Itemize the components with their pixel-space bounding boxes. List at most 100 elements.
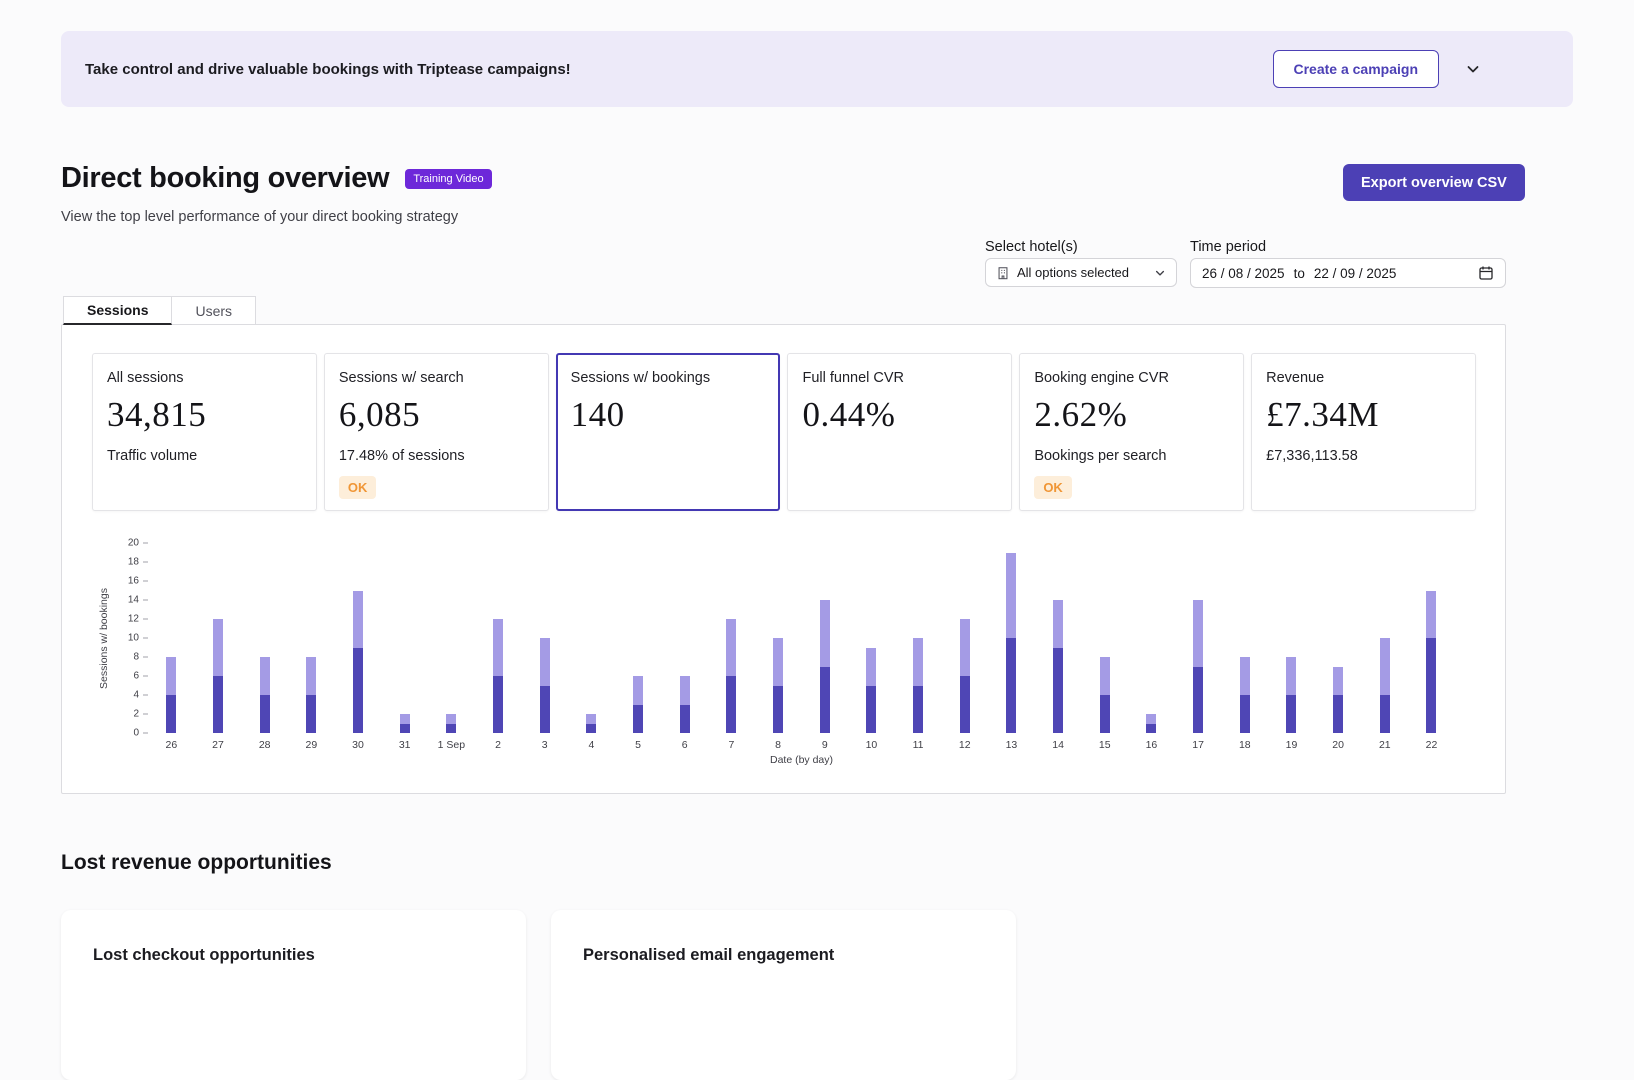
chart-bar-group[interactable]: 15 <box>1081 543 1128 753</box>
chevron-down-icon[interactable] <box>1465 61 1481 77</box>
chart-bar-group[interactable]: 5 <box>615 543 662 753</box>
chart-bar-group[interactable]: 1 Sep <box>428 543 475 753</box>
bar-segment-bottom <box>353 648 363 734</box>
bar-stack <box>1240 657 1250 733</box>
chart-bar-group[interactable]: 19 <box>1268 543 1315 753</box>
kpi-value: 2.62% <box>1034 395 1229 435</box>
hotel-select-dropdown[interactable]: All options selected <box>985 258 1177 287</box>
x-tick-label: 28 <box>259 739 271 753</box>
kpi-card-revenue[interactable]: Revenue £7.34M £7,336,113.58 <box>1251 353 1476 511</box>
bar-segment-bottom <box>773 686 783 734</box>
bar-segment-top <box>726 619 736 676</box>
bar-segment-bottom <box>166 695 176 733</box>
kpi-label: All sessions <box>107 370 302 386</box>
bar-segment-bottom <box>1193 667 1203 734</box>
chart-bar-group[interactable]: 13 <box>988 543 1035 753</box>
bar-segment-bottom <box>1240 695 1250 733</box>
date-range-input[interactable]: 26 / 08 / 2025 to 22 / 09 / 2025 <box>1190 258 1506 288</box>
bar-stack <box>166 657 176 733</box>
kpi-card-full-funnel-cvr[interactable]: Full funnel CVR 0.44% <box>787 353 1012 511</box>
kpi-value: 140 <box>571 395 766 435</box>
bar-stack <box>773 638 783 733</box>
chart-bar-group[interactable]: 26 <box>148 543 195 753</box>
bar-segment-top <box>633 676 643 705</box>
kpi-cards-row: All sessions 34,815 Traffic volume Sessi… <box>92 353 1476 511</box>
chart-bar-group[interactable]: 2 <box>475 543 522 753</box>
chart-bar-group[interactable]: 14 <box>1035 543 1082 753</box>
bar-segment-bottom <box>633 705 643 734</box>
y-tick-label: 2 <box>133 709 148 720</box>
bar-segment-bottom <box>446 724 456 734</box>
bar-stack <box>913 638 923 733</box>
date-to-value: 22 / 09 / 2025 <box>1314 266 1397 281</box>
chart-bar-group[interactable]: 21 <box>1361 543 1408 753</box>
bar-segment-bottom <box>913 686 923 734</box>
chart-bar-group[interactable]: 17 <box>1175 543 1222 753</box>
chart-bar-group[interactable]: 22 <box>1408 543 1455 753</box>
kpi-card-sessions-bookings[interactable]: Sessions w/ bookings 140 <box>556 353 781 511</box>
bar-segment-top <box>213 619 223 676</box>
bar-segment-bottom <box>540 686 550 734</box>
x-tick-label: 2 <box>495 739 501 753</box>
page-header: Direct booking overview Training Video <box>61 162 492 195</box>
kpi-label: Revenue <box>1266 370 1461 386</box>
x-tick-label: 4 <box>588 739 594 753</box>
bar-segment-bottom <box>1426 638 1436 733</box>
bar-segment-bottom <box>493 676 503 733</box>
export-csv-button[interactable]: Export overview CSV <box>1343 164 1525 201</box>
chart-bar-group[interactable]: 28 <box>241 543 288 753</box>
tab-sessions-label: Sessions <box>87 302 148 318</box>
chart-bar-group[interactable]: 16 <box>1128 543 1175 753</box>
chart-bar-group[interactable]: 31 <box>381 543 428 753</box>
chart-bar-group[interactable]: 12 <box>941 543 988 753</box>
chart-bar-group[interactable]: 6 <box>661 543 708 753</box>
x-tick-label: 12 <box>959 739 971 753</box>
chart-bar-group[interactable]: 10 <box>848 543 895 753</box>
kpi-value: 6,085 <box>339 395 534 435</box>
training-video-badge[interactable]: Training Video <box>405 169 491 189</box>
kpi-card-booking-engine-cvr[interactable]: Booking engine CVR 2.62% Bookings per se… <box>1019 353 1244 511</box>
chart-bar-group[interactable]: 8 <box>755 543 802 753</box>
kpi-value: 0.44% <box>802 395 997 435</box>
bar-stack <box>213 619 223 733</box>
chart-bar-group[interactable]: 30 <box>335 543 382 753</box>
chart-bar-group[interactable]: 9 <box>801 543 848 753</box>
x-tick-label: 26 <box>165 739 177 753</box>
chart-bar-group[interactable]: 20 <box>1315 543 1362 753</box>
bar-segment-top <box>1100 657 1110 695</box>
kpi-card-sessions-search[interactable]: Sessions w/ search 6,085 17.48% of sessi… <box>324 353 549 511</box>
chart-bar-group[interactable]: 7 <box>708 543 755 753</box>
kpi-card-all-sessions[interactable]: All sessions 34,815 Traffic volume <box>92 353 317 511</box>
y-tick-label: 14 <box>128 595 148 606</box>
x-tick-label: 7 <box>728 739 734 753</box>
tab-sessions[interactable]: Sessions <box>63 296 172 325</box>
create-campaign-button[interactable]: Create a campaign <box>1273 50 1440 88</box>
bar-segment-bottom <box>820 667 830 734</box>
kpi-label: Full funnel CVR <box>802 370 997 386</box>
y-tick-label: 10 <box>128 633 148 644</box>
x-axis-title: Date (by day) <box>148 754 1455 766</box>
x-tick-label: 11 <box>913 739 924 753</box>
bar-segment-top <box>446 714 456 724</box>
bar-stack <box>820 600 830 733</box>
chart-bar-group[interactable]: 11 <box>895 543 942 753</box>
kpi-label: Booking engine CVR <box>1034 370 1229 386</box>
y-tick-label: 16 <box>128 576 148 587</box>
x-tick-label: 13 <box>1006 739 1018 753</box>
bar-stack <box>1100 657 1110 733</box>
chart-bar-group[interactable]: 18 <box>1221 543 1268 753</box>
bar-stack <box>306 657 316 733</box>
tab-users[interactable]: Users <box>172 296 256 325</box>
bar-segment-bottom <box>1053 648 1063 734</box>
bar-stack <box>540 638 550 733</box>
bar-segment-bottom <box>680 705 690 734</box>
chart-bar-group[interactable]: 27 <box>195 543 242 753</box>
bar-segment-top <box>1146 714 1156 724</box>
kpi-sublabel: £7,336,113.58 <box>1266 448 1461 464</box>
lost-revenue-heading: Lost revenue opportunities <box>61 851 332 875</box>
calendar-icon[interactable] <box>1478 265 1494 281</box>
view-tabs: Sessions Users <box>63 296 256 325</box>
chart-bar-group[interactable]: 4 <box>568 543 615 753</box>
chart-bar-group[interactable]: 29 <box>288 543 335 753</box>
chart-bar-group[interactable]: 3 <box>521 543 568 753</box>
